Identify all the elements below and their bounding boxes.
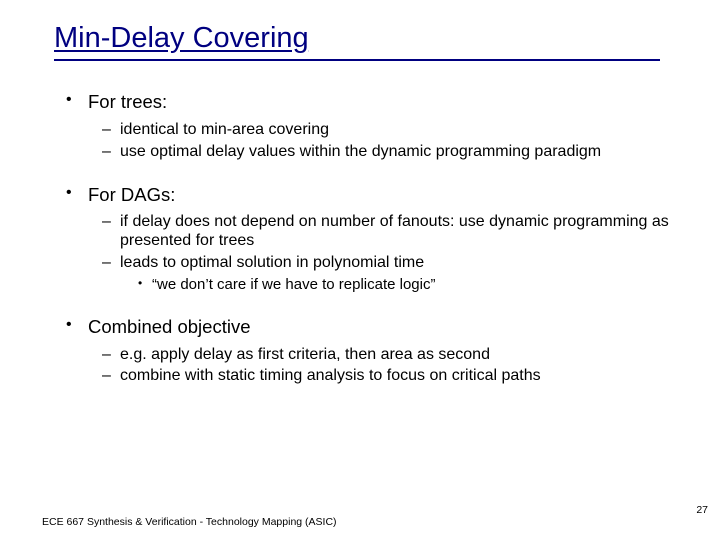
slide-body: For trees: identical to min-area coverin…: [54, 91, 680, 386]
footer-text: ECE 667 Synthesis & Verification - Techn…: [42, 516, 337, 528]
bullet-2-sublist: if delay does not depend on number of fa…: [98, 213, 680, 293]
bullet-3: Combined objective e.g. apply delay as f…: [60, 316, 680, 387]
slide-title: Min-Delay Covering: [54, 22, 660, 61]
bullet-2-label: For DAGs:: [88, 184, 175, 205]
bullet-1-sublist: identical to min-area covering use optim…: [98, 121, 680, 162]
bullet-3-sub-1: e.g. apply delay as first criteria, then…: [98, 346, 680, 365]
bullet-3-label: Combined objective: [88, 316, 250, 337]
title-text: Min-Delay Covering: [54, 22, 309, 54]
bullet-1-sub-1: identical to min-area covering: [98, 121, 680, 140]
bullet-1: For trees: identical to min-area coverin…: [60, 91, 680, 162]
bullet-2-sub-2-quote: “we don’t care if we have to replicate l…: [134, 276, 680, 294]
bullet-list: For trees: identical to min-area coverin…: [60, 91, 680, 386]
page-number: 27: [696, 504, 708, 516]
bullet-2: For DAGs: if delay does not depend on nu…: [60, 184, 680, 294]
bullet-1-label: For trees:: [88, 91, 167, 112]
bullet-2-sub-2-sublist: “we don’t care if we have to replicate l…: [134, 276, 680, 294]
bullet-1-sub-2: use optimal delay values within the dyna…: [98, 143, 680, 162]
bullet-3-sublist: e.g. apply delay as first criteria, then…: [98, 346, 680, 387]
bullet-2-sub-2: leads to optimal solution in polynomial …: [98, 254, 680, 294]
bullet-3-sub-2: combine with static timing analysis to f…: [98, 367, 680, 386]
bullet-2-sub-2-text: leads to optimal solution in polynomial …: [120, 254, 424, 271]
slide: Min-Delay Covering For trees: identical …: [0, 0, 720, 540]
bullet-2-sub-1: if delay does not depend on number of fa…: [98, 213, 680, 251]
